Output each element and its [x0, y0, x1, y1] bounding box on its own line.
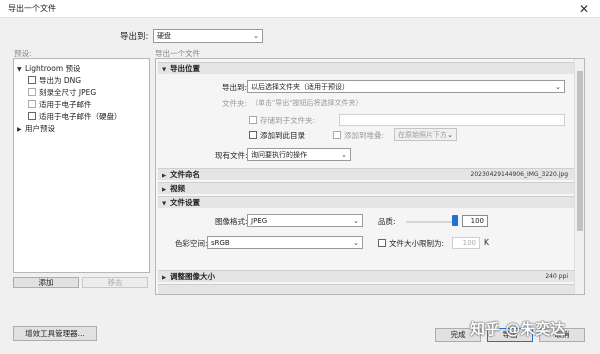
chevron-down-icon: ⌄ — [341, 151, 347, 159]
image-format-select[interactable]: JPEG ⌄ — [247, 214, 363, 227]
add-to-stack-option[interactable]: 添加到堆叠: — [333, 130, 384, 141]
section-title: 调整图像大小 — [170, 272, 215, 281]
expand-right-icon: ▶ — [162, 187, 167, 193]
expand-down-icon: ▼ — [162, 67, 167, 73]
checkbox[interactable] — [28, 112, 36, 120]
expand-right-icon: ▶ — [162, 173, 167, 179]
resolution-preview: 240 ppi — [545, 273, 568, 280]
quality-label: 品质: — [378, 217, 396, 226]
quality-input[interactable]: 100 — [462, 215, 488, 227]
quality-slider-handle[interactable] — [452, 215, 458, 226]
checkbox[interactable] — [28, 76, 36, 84]
limit-size-label: 文件大小限制为: — [389, 239, 445, 248]
presets-tree: ▼ Lightroom 预设 导出为 DNG 刻录全尺寸 JPEG 适用于电子邮件… — [13, 58, 150, 273]
section-file-naming[interactable]: ▶ 文件命名 20230429144906_IMG_3220.jpg — [158, 168, 574, 180]
quality-slider-track[interactable] — [406, 221, 456, 223]
close-icon[interactable]: ✕ — [574, 1, 594, 17]
section-video[interactable]: ▶ 视频 — [158, 182, 574, 194]
limit-size-option[interactable]: 文件大小限制为: — [378, 238, 444, 249]
limit-size-unit: K — [484, 238, 489, 247]
export-to-label: 导出到: — [222, 83, 248, 92]
preset-item[interactable]: 导出为 DNG — [28, 75, 81, 86]
add-to-stack-label: 添加到堆叠: — [344, 131, 385, 140]
settings-panel: ▼ 导出位置 导出到: 以后选择文件夹（适用于预设） ⌄ 文件夹: （单击"导出"… — [155, 58, 585, 295]
section-image-sizing[interactable]: ▶ 调整图像大小 240 ppi — [158, 270, 574, 282]
section-title: 文件命名 — [170, 170, 200, 179]
existing-files-label: 现有文件: — [215, 151, 248, 160]
expand-down-icon: ▼ — [162, 201, 167, 207]
checkbox[interactable] — [249, 116, 257, 124]
chevron-down-icon: ⌄ — [353, 239, 359, 247]
tree-group-label: 用户预设 — [25, 124, 55, 133]
add-to-catalog-label: 添加到此目录 — [260, 131, 305, 140]
destination-label: 导出到: — [120, 32, 149, 42]
folder-label: 文件夹: — [222, 99, 248, 108]
export-to-value: 以后选择文件夹（适用于预设） — [251, 83, 349, 91]
scrollbar-thumb[interactable] — [577, 71, 583, 231]
checkbox[interactable] — [249, 131, 257, 139]
stack-position-value: 在原始照片下方 — [398, 131, 447, 139]
image-format-value: JPEG — [251, 217, 268, 225]
preset-item[interactable]: 适用于电子邮件 — [28, 99, 92, 110]
expand-right-icon: ▶ — [162, 275, 167, 281]
plugin-manager-button[interactable]: 增效工具管理器... — [13, 326, 97, 341]
preset-label: 导出为 DNG — [39, 76, 82, 85]
tree-group-user[interactable]: ▶ 用户预设 — [17, 123, 55, 134]
tree-group-label: Lightroom 预设 — [25, 64, 81, 73]
preset-label: 适用于电子邮件 — [39, 100, 92, 109]
chevron-down-icon: ⌄ — [253, 32, 259, 40]
checkbox[interactable] — [378, 239, 386, 247]
color-space-label: 色彩空间: — [175, 239, 208, 248]
destination-select[interactable]: 硬盘 ⌄ — [153, 29, 263, 43]
section-title: 文件设置 — [170, 198, 200, 207]
subfolder-label: 存储到子文件夹: — [260, 116, 316, 125]
filename-preview: 20230429144906_IMG_3220.jpg — [470, 171, 569, 178]
folder-value: （单击"导出"按钮后将选择文件夹） — [251, 99, 363, 107]
section-next-partial — [158, 284, 574, 294]
limit-size-input[interactable]: 100 — [452, 237, 480, 249]
chevron-down-icon: ⌄ — [447, 131, 453, 139]
checkbox[interactable] — [333, 131, 341, 139]
checkbox[interactable] — [28, 100, 36, 108]
section-title: 导出位置 — [170, 64, 200, 73]
section-title: 视频 — [170, 184, 185, 193]
add-preset-button[interactable]: 添加 — [13, 277, 79, 288]
preset-item[interactable]: 适用于电子邮件（硬盘） — [28, 111, 122, 122]
remove-preset-button[interactable]: 移去 — [82, 277, 148, 288]
subfolder-option[interactable]: 存储到子文件夹: — [249, 115, 315, 126]
image-format-label: 图像格式: — [215, 217, 248, 226]
checkbox[interactable] — [28, 88, 36, 96]
title-bar: 导出一个文件 ✕ — [0, 0, 600, 18]
expand-right-icon[interactable]: ▶ — [17, 126, 25, 133]
color-space-select[interactable]: sRGB ⌄ — [207, 236, 363, 249]
watermark: 知乎 @朱奕达 — [470, 320, 566, 338]
existing-files-select[interactable]: 询问要执行的操作 ⌄ — [247, 148, 351, 161]
section-file-settings[interactable]: ▼ 文件设置 — [158, 196, 574, 208]
chevron-down-icon: ⌄ — [353, 217, 359, 225]
existing-files-value: 询问要执行的操作 — [251, 151, 307, 159]
destination-value: 硬盘 — [157, 32, 171, 40]
add-to-catalog-option[interactable]: 添加到此目录 — [249, 130, 305, 141]
tree-group-lightroom[interactable]: ▼ Lightroom 预设 — [17, 63, 81, 74]
preset-label: 适用于电子邮件（硬盘） — [39, 112, 122, 121]
preset-item[interactable]: 刻录全尺寸 JPEG — [28, 87, 96, 98]
window-title: 导出一个文件 — [8, 4, 56, 13]
chevron-down-icon: ⌄ — [555, 83, 561, 91]
scrollbar[interactable] — [574, 59, 584, 294]
expand-down-icon[interactable]: ▼ — [17, 66, 25, 73]
stack-position-select[interactable]: 在原始照片下方 ⌄ — [394, 128, 457, 141]
section-export-location[interactable]: ▼ 导出位置 — [158, 62, 574, 74]
subfolder-input[interactable] — [339, 114, 565, 126]
export-to-select[interactable]: 以后选择文件夹（适用于预设） ⌄ — [247, 80, 565, 93]
color-space-value: sRGB — [211, 239, 230, 247]
preset-label: 刻录全尺寸 JPEG — [39, 88, 97, 97]
